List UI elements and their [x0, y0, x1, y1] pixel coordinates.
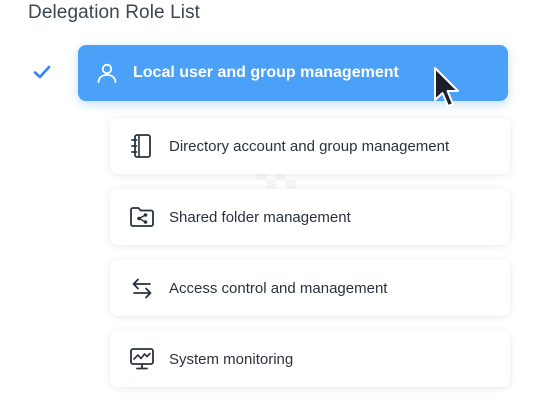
- address-book-icon: [129, 133, 155, 159]
- check-icon: [33, 65, 51, 79]
- role-item-access-control[interactable]: Access control and management: [110, 260, 510, 316]
- role-label: Shared folder management: [169, 208, 351, 226]
- user-icon: [94, 60, 120, 86]
- mouse-cursor-icon: [434, 67, 459, 107]
- page-title: Delegation Role List: [28, 2, 201, 23]
- role-label: System monitoring: [169, 350, 294, 368]
- arrows-exchange-icon: [129, 275, 155, 301]
- role-label: Access control and management: [169, 279, 388, 297]
- shared-folder-icon: [129, 204, 155, 230]
- role-label: Local user and group management: [133, 64, 399, 81]
- role-item-shared-folder[interactable]: Shared folder management: [110, 189, 510, 245]
- role-item-system-monitoring[interactable]: System monitoring: [110, 331, 510, 387]
- monitor-chart-icon: [129, 346, 155, 372]
- role-item-directory-account[interactable]: Directory account and group management: [110, 118, 510, 174]
- role-label: Directory account and group management: [169, 137, 450, 155]
